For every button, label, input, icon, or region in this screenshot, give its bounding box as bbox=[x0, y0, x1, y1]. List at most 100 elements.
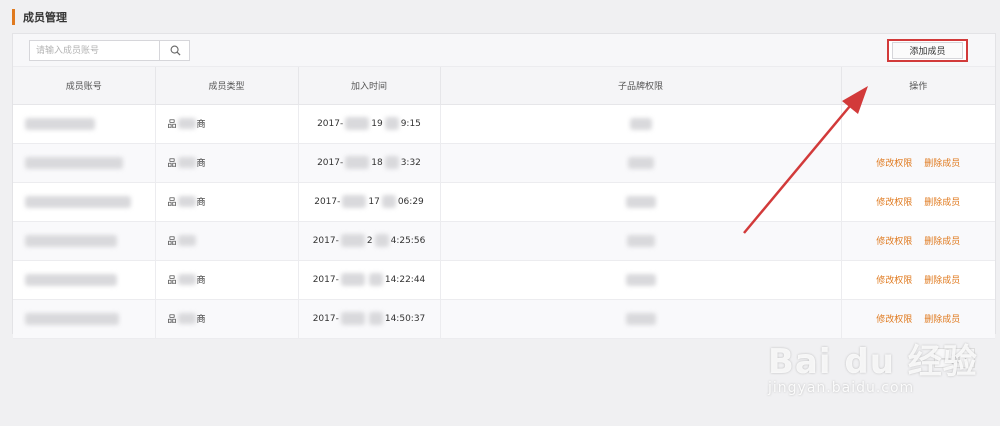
time-prefix: 2017- bbox=[317, 118, 344, 129]
watermark-logo: Bai du 经验 bbox=[768, 342, 978, 382]
redacted-sub-brand bbox=[627, 156, 654, 169]
cell-account bbox=[13, 299, 156, 339]
type-prefix: 品 bbox=[167, 315, 177, 325]
type-suffix: 商 bbox=[196, 198, 206, 208]
redacted-sub-brand bbox=[625, 195, 656, 208]
time-mid: 18 bbox=[371, 157, 383, 168]
members-panel: 添加成员 成员账号 成员类型 加入时间 子品牌权限 操作 品商 2017- 19… bbox=[12, 33, 996, 339]
redacted-sub-brand bbox=[625, 312, 656, 325]
delete-member-link[interactable]: 删除成员 bbox=[924, 312, 960, 325]
cell-actions: 修改权限 删除成员 bbox=[841, 221, 995, 261]
edit-permission-link[interactable]: 修改权限 bbox=[876, 156, 912, 169]
delete-member-link[interactable]: 删除成员 bbox=[924, 156, 960, 169]
add-member-button[interactable]: 添加成员 bbox=[892, 42, 963, 59]
page-title: 成员管理 bbox=[23, 11, 67, 24]
header-account: 成员账号 bbox=[13, 67, 156, 105]
time-suffix: 9:15 bbox=[400, 118, 421, 129]
redacted-time bbox=[374, 234, 389, 247]
cell-account bbox=[13, 104, 156, 144]
redacted-sub-brand bbox=[629, 117, 652, 130]
cell-account bbox=[13, 143, 156, 183]
members-table: 成员账号 成员类型 加入时间 子品牌权限 操作 品商 2017- 19 9:15… bbox=[13, 67, 995, 339]
cell-type: 品商 bbox=[155, 143, 299, 183]
delete-member-link[interactable]: 删除成员 bbox=[924, 195, 960, 208]
time-suffix: 06:29 bbox=[397, 196, 424, 207]
table-row: 品商 2017- 19 9:15 bbox=[13, 104, 995, 144]
redacted-date bbox=[345, 156, 370, 169]
table-row: 品 2017- 2 4:25:56 修改权限 删除成员 bbox=[13, 221, 995, 261]
edit-permission-link[interactable]: 修改权限 bbox=[876, 195, 912, 208]
time-prefix: 2017- bbox=[312, 274, 339, 285]
redacted-type bbox=[177, 157, 196, 168]
redacted-type bbox=[177, 235, 196, 246]
table-row: 品商 2017- 18 3:32 修改权限 删除成员 bbox=[13, 143, 995, 183]
type-prefix: 品 bbox=[167, 276, 177, 286]
cell-join-time: 2017- 18 3:32 bbox=[298, 143, 441, 183]
time-prefix: 2017- bbox=[314, 196, 341, 207]
header-sub-brand-permission: 子品牌权限 bbox=[440, 67, 842, 105]
type-prefix: 品 bbox=[167, 198, 177, 208]
redacted-date bbox=[340, 273, 365, 286]
delete-member-link[interactable]: 删除成员 bbox=[924, 273, 960, 286]
page-header: 成员管理 bbox=[12, 8, 67, 26]
cell-type: 品 bbox=[155, 221, 299, 261]
time-suffix: 14:50:37 bbox=[384, 313, 426, 324]
toolbar: 添加成员 bbox=[13, 34, 995, 67]
time-prefix: 2017- bbox=[312, 313, 339, 324]
header-join-time: 加入时间 bbox=[298, 67, 441, 105]
cell-sub-brand-permission bbox=[440, 143, 842, 183]
table-header-row: 成员账号 成员类型 加入时间 子品牌权限 操作 bbox=[13, 67, 995, 105]
redacted-type bbox=[177, 274, 196, 285]
watermark-url: jingyan.baidu.com bbox=[768, 380, 915, 396]
search-button[interactable] bbox=[159, 41, 190, 60]
time-suffix: 3:32 bbox=[400, 157, 421, 168]
search-input[interactable] bbox=[30, 41, 159, 60]
redacted-time bbox=[368, 273, 383, 286]
redacted-type bbox=[177, 118, 196, 129]
cell-actions: 修改权限 删除成员 bbox=[841, 182, 995, 222]
cell-sub-brand-permission bbox=[440, 182, 842, 222]
redacted-account bbox=[25, 156, 123, 169]
type-suffix: 商 bbox=[196, 315, 206, 325]
redacted-account bbox=[25, 117, 95, 130]
cell-type: 品商 bbox=[155, 104, 299, 144]
cell-sub-brand-permission bbox=[440, 260, 842, 300]
redacted-sub-brand bbox=[626, 234, 655, 247]
time-mid: 19 bbox=[371, 118, 383, 129]
cell-join-time: 2017- 19 9:15 bbox=[298, 104, 441, 144]
cell-actions: 修改权限 删除成员 bbox=[841, 143, 995, 183]
title-accent-bar bbox=[12, 9, 15, 25]
cell-account bbox=[13, 182, 156, 222]
redacted-date bbox=[340, 312, 365, 325]
redacted-account bbox=[25, 273, 117, 286]
redacted-account bbox=[25, 234, 117, 247]
cell-join-time: 2017- 14:22:44 bbox=[298, 260, 441, 300]
time-prefix: 2017- bbox=[317, 157, 344, 168]
cell-type: 品商 bbox=[155, 260, 299, 300]
redacted-time bbox=[381, 195, 396, 208]
type-suffix: 商 bbox=[196, 276, 206, 286]
time-mid: 17 bbox=[368, 196, 380, 207]
cell-sub-brand-permission bbox=[440, 104, 842, 144]
redacted-account bbox=[25, 195, 131, 208]
redacted-date bbox=[342, 195, 367, 208]
edit-permission-link[interactable]: 修改权限 bbox=[876, 312, 912, 325]
redacted-account bbox=[25, 312, 119, 325]
table-row: 品 商 2017- 17 06:29 修改权限 删除成员 bbox=[13, 182, 995, 222]
cell-sub-brand-permission bbox=[440, 221, 842, 261]
search-box bbox=[29, 40, 190, 61]
edit-permission-link[interactable]: 修改权限 bbox=[876, 234, 912, 247]
delete-member-link[interactable]: 删除成员 bbox=[924, 234, 960, 247]
cell-join-time: 2017- 17 06:29 bbox=[298, 182, 441, 222]
cell-join-time: 2017- 14:50:37 bbox=[298, 299, 441, 339]
redacted-time bbox=[384, 156, 399, 169]
cell-actions: 修改权限 删除成员 bbox=[841, 260, 995, 300]
type-suffix: 商 bbox=[196, 159, 206, 169]
edit-permission-link[interactable]: 修改权限 bbox=[876, 273, 912, 286]
header-actions: 操作 bbox=[841, 67, 995, 105]
redacted-date bbox=[340, 234, 365, 247]
redacted-date bbox=[345, 117, 370, 130]
cell-account bbox=[13, 260, 156, 300]
redacted-type bbox=[177, 313, 196, 324]
cell-join-time: 2017- 2 4:25:56 bbox=[298, 221, 441, 261]
